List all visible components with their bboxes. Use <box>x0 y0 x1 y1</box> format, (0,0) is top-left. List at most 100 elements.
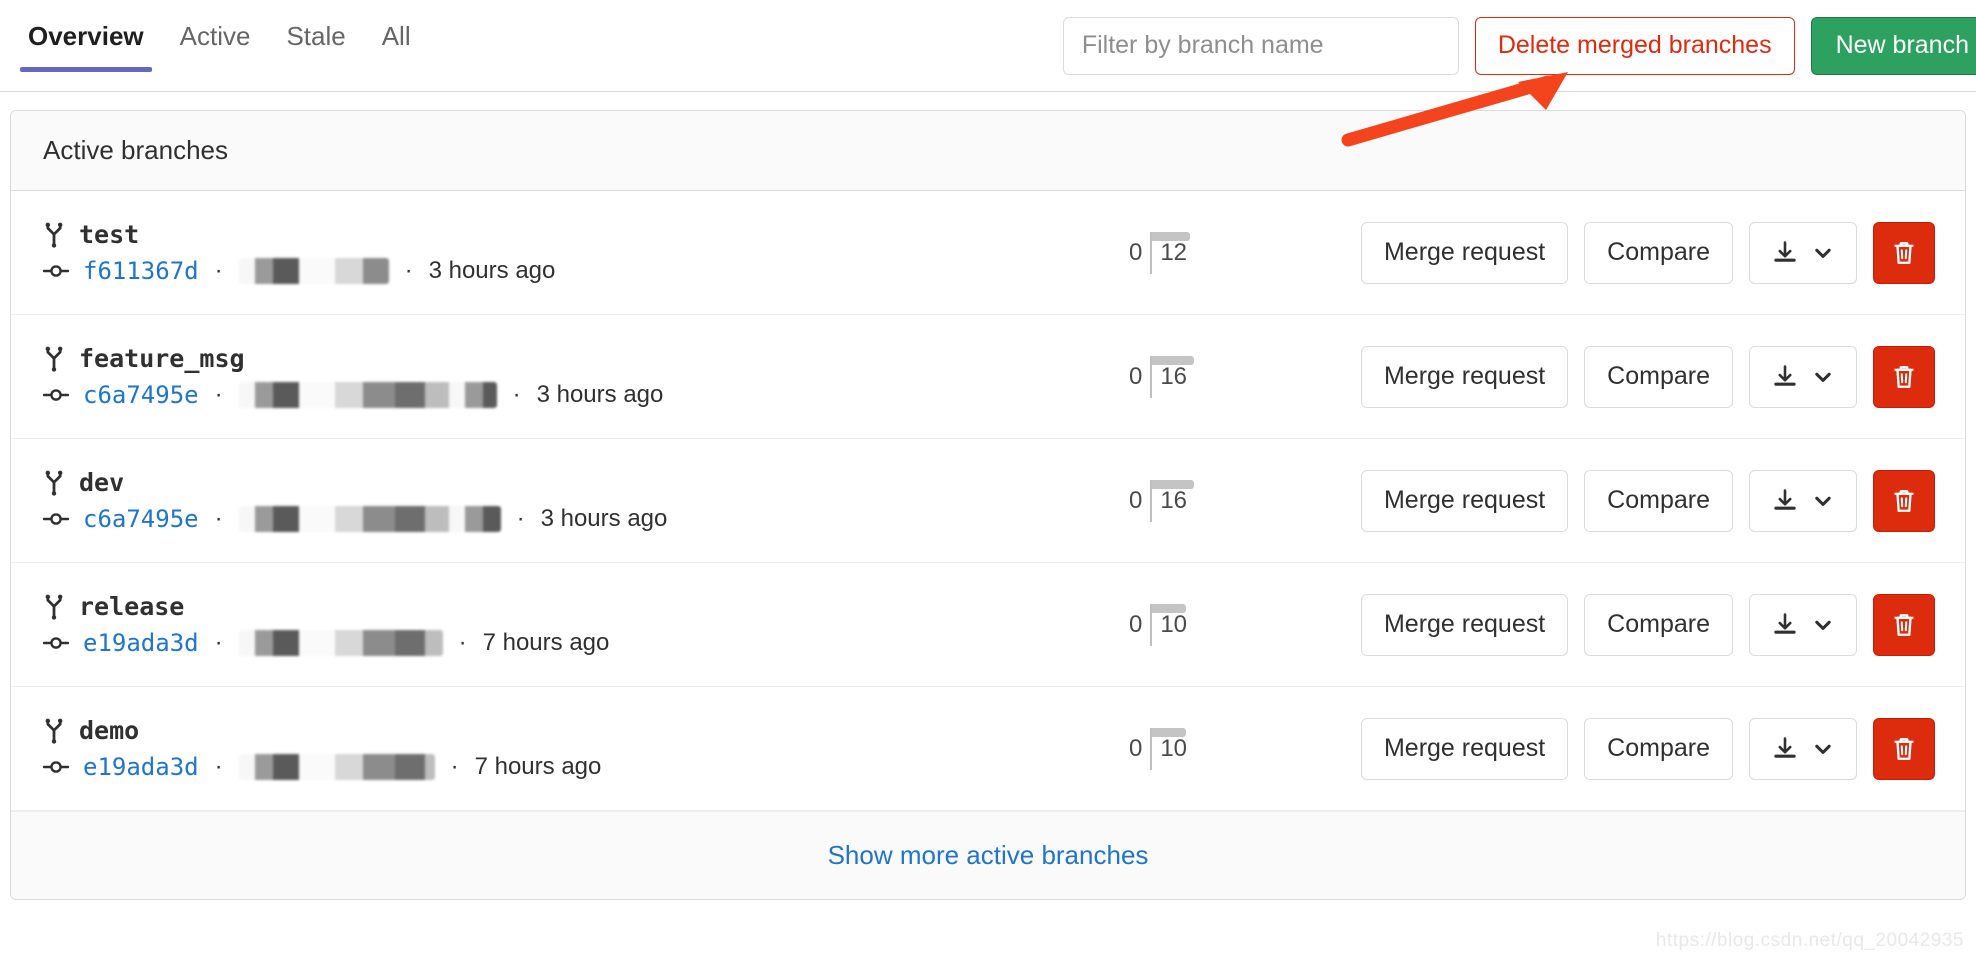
branch-name-line: test <box>43 220 1083 249</box>
download-source-code-dropdown[interactable] <box>1749 221 1857 284</box>
commit-message-redacted <box>238 258 389 284</box>
delete-branch-button[interactable] <box>1873 593 1935 656</box>
tab-stale[interactable]: Stale <box>268 0 363 92</box>
delete-branch-button[interactable] <box>1873 469 1935 532</box>
card-footer: Show more active branches <box>11 811 1965 899</box>
compare-label: Compare <box>1607 610 1710 638</box>
download-source-code-dropdown[interactable] <box>1749 345 1857 408</box>
commit-separator: · <box>214 381 223 408</box>
divergence-graph: 0 16 <box>1083 471 1233 531</box>
trash-icon <box>1892 612 1916 638</box>
branch-row: demo e19ada3d · · 7 hours ago 0 10 Merge… <box>11 687 1965 811</box>
compare-button[interactable]: Compare <box>1584 717 1733 780</box>
toolbar-actions: Delete merged branches New branch <box>1062 0 1976 92</box>
download-source-code-dropdown[interactable] <box>1749 717 1857 780</box>
active-branches-title: Active branches <box>43 135 228 165</box>
commit-sha-link[interactable]: c6a7495e <box>83 381 199 409</box>
commit-time-ago: 7 hours ago <box>474 753 602 780</box>
compare-button[interactable]: Compare <box>1584 469 1733 532</box>
merge-request-button[interactable]: Merge request <box>1360 469 1569 532</box>
branch-info: release e19ada3d · · 7 hours ago <box>43 592 1083 657</box>
commits-ahead-count: 10 <box>1160 734 1188 762</box>
divergence-bar-ahead <box>1152 231 1191 241</box>
tab-active-label: Active <box>179 21 251 51</box>
branch-name-line: feature_msg <box>43 344 1083 373</box>
new-branch-button[interactable]: New branch <box>1810 16 1976 75</box>
commits-ahead-count: 10 <box>1160 610 1188 638</box>
branch-commit-line: c6a7495e · · 3 hours ago <box>43 505 1083 533</box>
active-branches-header: Active branches <box>11 111 1965 191</box>
delete-branch-button[interactable] <box>1873 345 1935 408</box>
branch-list: test f611367d · · 3 hours ago 0 12 Merge… <box>11 191 1965 811</box>
delete-branch-button[interactable] <box>1873 717 1935 780</box>
commit-sha-link[interactable]: c6a7495e <box>83 505 199 533</box>
branch-commit-line: c6a7495e · · 3 hours ago <box>43 381 1083 409</box>
delete-merged-branches-button[interactable]: Delete merged branches <box>1474 16 1795 75</box>
divergence-graph: 0 10 <box>1083 595 1233 655</box>
chevron-down-icon <box>1812 366 1834 388</box>
commits-behind-count: 0 <box>1128 486 1143 514</box>
merge-request-button[interactable]: Merge request <box>1360 717 1569 780</box>
compare-label: Compare <box>1607 734 1710 762</box>
download-icon <box>1772 612 1798 638</box>
download-source-code-dropdown[interactable] <box>1749 593 1857 656</box>
merge-request-label: Merge request <box>1383 610 1546 638</box>
branch-name-link[interactable]: feature_msg <box>79 344 245 373</box>
divergence-graph: 0 10 <box>1083 719 1233 779</box>
divergence-bar <box>1150 479 1195 522</box>
commit-sha-link[interactable]: e19ada3d <box>83 753 199 781</box>
tab-all[interactable]: All <box>364 0 429 92</box>
commit-sha-link[interactable]: e19ada3d <box>83 629 199 657</box>
branch-name-line: dev <box>43 468 1083 497</box>
commit-message-redacted <box>238 382 497 408</box>
commit-sha-link[interactable]: f611367d <box>83 257 199 285</box>
download-source-code-dropdown[interactable] <box>1749 469 1857 532</box>
merge-request-label: Merge request <box>1383 734 1546 762</box>
compare-label: Compare <box>1607 362 1710 390</box>
branch-info: feature_msg c6a7495e · · 3 hours ago <box>43 344 1083 409</box>
commit-icon <box>43 510 69 528</box>
branch-row: dev c6a7495e · · 3 hours ago 0 16 Merge … <box>11 439 1965 563</box>
tab-overview[interactable]: Overview <box>10 0 162 92</box>
commit-separator: · <box>214 257 223 284</box>
branch-icon <box>43 346 65 372</box>
branch-commit-line: e19ada3d · · 7 hours ago <box>43 629 1083 657</box>
branches-toolbar: Overview Active Stale All Delete merged … <box>0 0 1976 92</box>
branch-name-line: release <box>43 592 1083 621</box>
delete-merged-branches-label: Delete merged branches <box>1497 31 1772 59</box>
chevron-down-icon <box>1812 738 1834 760</box>
compare-button[interactable]: Compare <box>1584 345 1733 408</box>
merge-request-label: Merge request <box>1383 486 1546 514</box>
compare-button[interactable]: Compare <box>1584 221 1733 284</box>
commits-behind-count: 0 <box>1128 362 1143 390</box>
divergence-bar-ahead <box>1152 727 1187 737</box>
merge-request-button[interactable]: Merge request <box>1360 593 1569 656</box>
download-icon <box>1772 736 1798 762</box>
branch-name-link[interactable]: test <box>79 220 139 249</box>
delete-branch-button[interactable] <box>1873 221 1935 284</box>
branch-info: dev c6a7495e · · 3 hours ago <box>43 468 1083 533</box>
commits-ahead-count: 16 <box>1160 486 1188 514</box>
merge-request-label: Merge request <box>1383 362 1546 390</box>
branch-name-link[interactable]: dev <box>79 468 124 497</box>
branch-row: feature_msg c6a7495e · · 3 hours ago 0 1… <box>11 315 1965 439</box>
commit-message-redacted <box>238 630 443 656</box>
branch-name-link[interactable]: release <box>79 592 184 621</box>
new-branch-label: New branch <box>1835 31 1969 59</box>
divergence-bar-ahead <box>1152 603 1187 613</box>
divergence-bar-ahead <box>1152 479 1195 489</box>
tab-active[interactable]: Active <box>162 0 269 92</box>
merge-request-button[interactable]: Merge request <box>1360 345 1569 408</box>
compare-button[interactable]: Compare <box>1584 593 1733 656</box>
show-more-active-branches-link[interactable]: Show more active branches <box>828 840 1149 870</box>
branch-commit-line: f611367d · · 3 hours ago <box>43 257 1083 285</box>
trash-icon <box>1892 240 1916 266</box>
commit-message-redacted <box>238 506 501 532</box>
branch-icon <box>43 718 65 744</box>
merge-request-button[interactable]: Merge request <box>1360 221 1569 284</box>
branch-commit-line: e19ada3d · · 7 hours ago <box>43 753 1083 781</box>
branch-name-link[interactable]: demo <box>79 716 139 745</box>
branch-filter-input[interactable] <box>1062 16 1459 75</box>
time-separator: · <box>516 505 525 532</box>
branch-icon <box>43 470 65 496</box>
